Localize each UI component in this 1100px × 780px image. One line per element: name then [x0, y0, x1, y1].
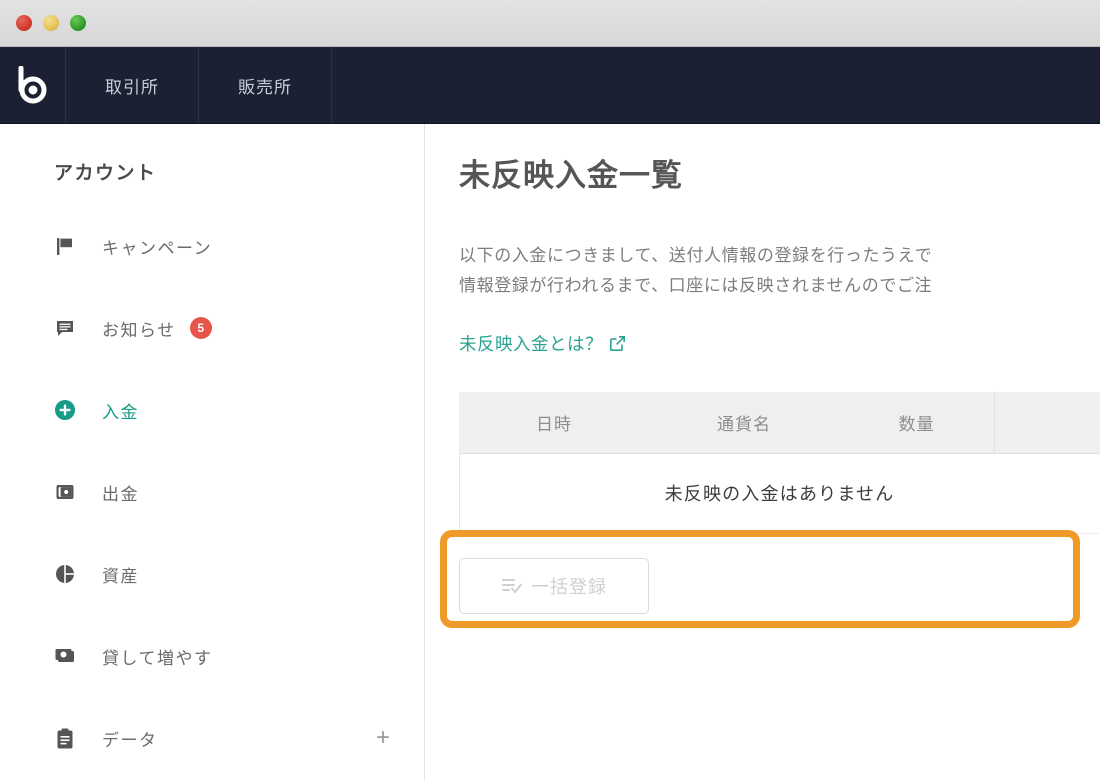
bulk-register-button[interactable]: 一括登録	[459, 558, 649, 614]
page-description-line-2: 情報登録が行われるまで、口座には反映されませんのでご注	[459, 271, 1100, 301]
table-empty-state-row: 未反映の入金はありません	[459, 454, 1099, 534]
table-header-currency: 通貨名	[649, 410, 839, 435]
sidebar-item-data-expand-icon[interactable]: +	[376, 726, 390, 750]
comment-icon	[54, 317, 76, 339]
sidebar-item-assets-label: 資産	[102, 562, 139, 587]
nav-tab-sales-office-label: 販売所	[238, 73, 292, 98]
sidebar-item-notifications-label: お知らせ	[102, 316, 176, 341]
sidebar-item-notifications[interactable]: お知らせ 5	[0, 307, 424, 349]
sidebar: アカウント キャンペーン	[0, 124, 425, 780]
top-navigation-bar: 取引所 販売所	[0, 47, 1100, 124]
table-header-datetime: 日時	[459, 410, 649, 435]
close-window-button[interactable]	[16, 15, 32, 31]
page-title: 未反映入金一覧	[459, 150, 1100, 195]
sidebar-item-lending-label: 貸して増やす	[102, 644, 213, 669]
sidebar-item-lending[interactable]: 貸して増やす	[0, 635, 424, 677]
unreflected-deposit-help-link-label: 未反映入金とは？	[459, 331, 603, 356]
sidebar-item-campaign-label: キャンペーン	[102, 234, 212, 259]
nav-spacer	[332, 47, 1100, 123]
banknotes-icon	[54, 645, 76, 667]
plus-circle-icon	[54, 399, 76, 421]
nav-tab-exchange-label: 取引所	[105, 73, 159, 98]
pie-chart-icon	[54, 563, 76, 585]
wallet-icon	[54, 481, 76, 503]
sidebar-item-withdrawal-label: 出金	[102, 480, 139, 505]
brand-logo[interactable]	[0, 47, 66, 123]
table-empty-state-message: 未反映の入金はありません	[665, 480, 895, 506]
unreflected-deposit-help-link[interactable]: 未反映入金とは？	[459, 331, 626, 356]
zoom-window-button[interactable]	[70, 15, 86, 31]
external-link-icon	[609, 335, 626, 352]
nav-tab-exchange[interactable]: 取引所	[66, 47, 199, 123]
table-header-extra	[994, 391, 1100, 453]
list-check-icon	[501, 577, 523, 595]
sidebar-item-data[interactable]: データ +	[0, 717, 424, 759]
main-body: アカウント キャンペーン	[0, 124, 1100, 780]
table-header-row: 日時 通貨名 数量	[459, 392, 1100, 454]
nav-tab-sales-office[interactable]: 販売所	[199, 47, 332, 123]
content-area: 未反映入金一覧 以下の入金につきまして、送付人情報の登録を行ったうえで 情報登録…	[425, 124, 1100, 780]
sidebar-item-campaign[interactable]: キャンペーン	[0, 225, 424, 267]
sidebar-item-deposit[interactable]: 入金	[0, 389, 424, 431]
app-window: 取引所 販売所 アカウント キャンペーン	[0, 0, 1100, 780]
flag-icon	[54, 235, 76, 257]
bitbank-b-logo-icon	[16, 66, 50, 104]
minimize-window-button[interactable]	[43, 15, 59, 31]
table-header-amount: 数量	[839, 410, 994, 435]
unreflected-deposits-table: 日時 通貨名 数量 未反映の入金はありません	[459, 392, 1100, 534]
notifications-badge: 5	[190, 317, 212, 339]
page-description-line-1: 以下の入金につきまして、送付人情報の登録を行ったうえで	[459, 241, 1100, 271]
sidebar-item-withdrawal[interactable]: 出金	[0, 471, 424, 513]
window-controls	[16, 15, 86, 31]
sidebar-item-data-label: データ	[102, 726, 158, 751]
bulk-register-button-label: 一括登録	[531, 573, 607, 599]
sidebar-heading: アカウント	[0, 158, 424, 185]
sidebar-item-assets[interactable]: 資産	[0, 553, 424, 595]
clipboard-icon	[54, 727, 76, 749]
window-titlebar	[0, 0, 1100, 47]
sidebar-item-deposit-label: 入金	[102, 398, 139, 423]
